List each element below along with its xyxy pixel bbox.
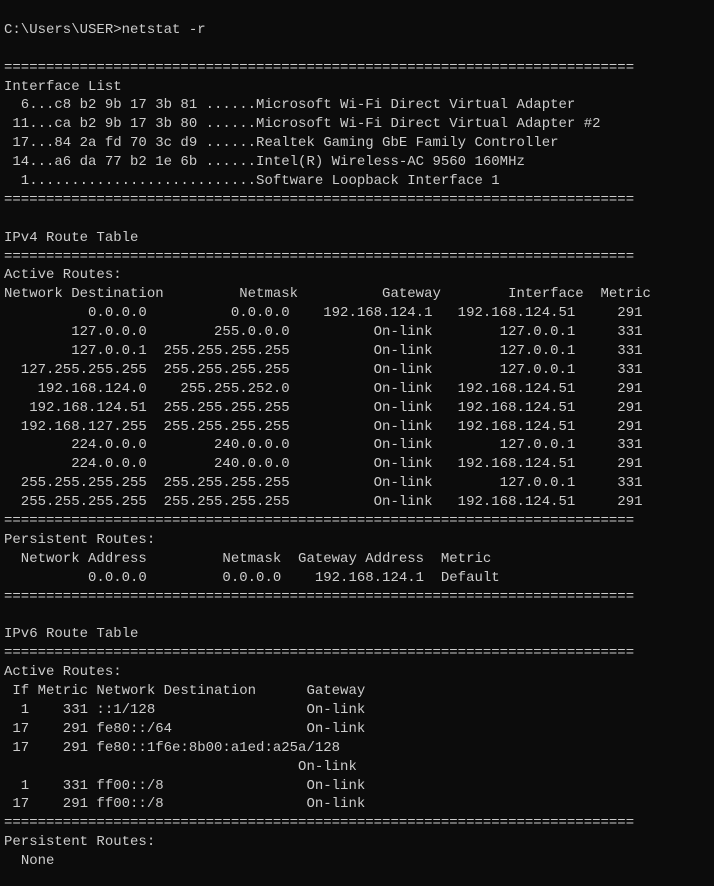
prompt-line: C:\Users\USER>netstat -r: [4, 22, 206, 38]
persistent-header: Persistent Routes:: [4, 834, 155, 850]
persistent-rows: 0.0.0.0 0.0.0.0 192.168.124.1 Default: [4, 570, 500, 586]
ipv6-header: IPv6 Route Table: [4, 626, 138, 642]
divider: ========================================…: [4, 815, 634, 831]
divider: ========================================…: [4, 60, 634, 76]
ipv6-rows: 1 331 ::1/128 On-link 17 291 fe80::/64 O…: [4, 702, 365, 812]
command: netstat -r: [122, 22, 206, 38]
interface-rows: 6...c8 b2 9b 17 3b 81 ......Microsoft Wi…: [4, 97, 601, 189]
persistent-header: Persistent Routes:: [4, 532, 155, 548]
divider: ========================================…: [4, 192, 634, 208]
ipv4-rows: 0.0.0.0 0.0.0.0 192.168.124.1 192.168.12…: [4, 305, 643, 510]
persistent-columns: Network Address Netmask Gateway Address …: [4, 551, 491, 567]
interface-list-header: Interface List: [4, 79, 122, 95]
divider: ========================================…: [4, 249, 634, 265]
ipv4-header: IPv4 Route Table: [4, 230, 138, 246]
active-routes-header: Active Routes:: [4, 664, 122, 680]
divider: ========================================…: [4, 589, 634, 605]
active-routes-header: Active Routes:: [4, 267, 122, 283]
divider: ========================================…: [4, 645, 634, 661]
prompt: C:\Users\USER>: [4, 22, 122, 38]
ipv4-columns: Network Destination Netmask Gateway Inte…: [4, 286, 651, 302]
terminal-output: C:\Users\USER>netstat -r ===============…: [0, 0, 714, 873]
none-text: None: [21, 853, 55, 869]
ipv6-columns: If Metric Network Destination Gateway: [4, 683, 365, 699]
divider: ========================================…: [4, 513, 634, 529]
